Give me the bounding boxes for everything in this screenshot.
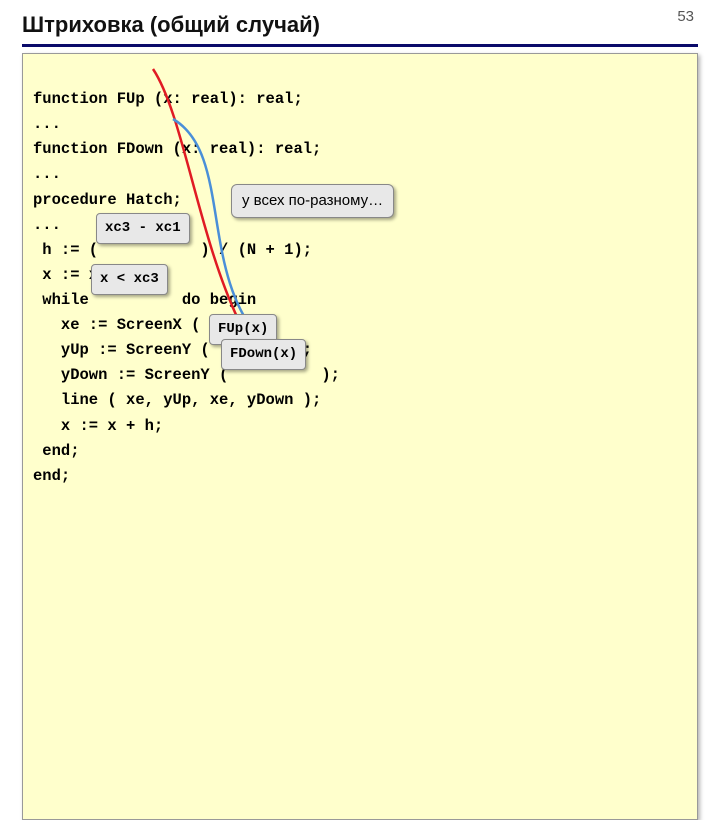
title-underline xyxy=(22,44,698,47)
connector-lines xyxy=(23,54,697,819)
page-number: 53 xyxy=(677,8,694,25)
code-line: ... xyxy=(33,115,61,133)
code-line: ... xyxy=(33,165,61,183)
code-line: end; xyxy=(33,442,80,460)
code-line: function FDown (x: real): real; xyxy=(33,140,321,158)
code-line: procedure Hatch; xyxy=(33,191,182,209)
code-line: line ( xe, yUp, xe, yDown ); xyxy=(33,391,321,409)
code-line: function FUp (x: real): real; xyxy=(33,90,303,108)
code-line: ... xyxy=(33,216,61,234)
badge-cond: x < xc3 xyxy=(91,264,168,295)
badge-diff: xc3 - xc1 xyxy=(96,213,190,244)
code-line: x := x + h; xyxy=(33,417,163,435)
code-block: function FUp (x: real): real; ... functi… xyxy=(22,53,698,820)
code-line: end; xyxy=(33,467,70,485)
slide-title: Штриховка (общий случай) xyxy=(22,12,698,38)
callout-note: у всех по-разному… xyxy=(231,184,394,218)
badge-fdown: FDown(x) xyxy=(221,339,306,370)
